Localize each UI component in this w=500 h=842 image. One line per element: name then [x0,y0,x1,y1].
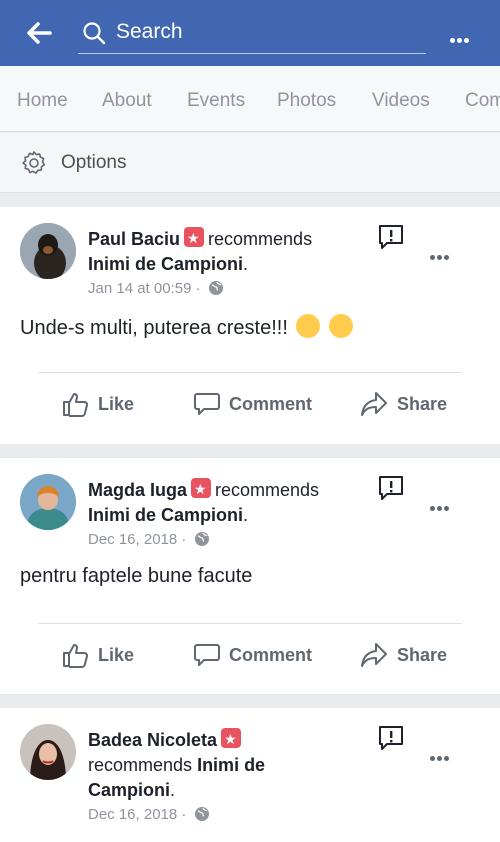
report-icon[interactable] [377,474,405,502]
post-more-icon[interactable] [430,498,451,516]
search-icon [82,21,106,45]
globe-icon [208,281,223,295]
page-name-continued[interactable]: Campioni [88,780,170,800]
page-name[interactable]: Inimi de Campioni [88,254,243,274]
recommend-verb: recommends [88,755,193,775]
author-name[interactable]: Badea Nicoleta [88,730,217,750]
recommend-badge-icon [191,477,212,502]
recommend-badge-icon [221,727,242,752]
recommend-verb: recommends [215,480,320,500]
divider [38,372,462,373]
post-text: pentru faptele bune facute [20,565,253,587]
post-date[interactable]: Jan 14 at 00:59 · [88,280,201,297]
hugging-face-emoji [296,314,321,338]
tab-events[interactable]: Events [187,90,245,112]
page-name[interactable]: Inimi de Campioni [88,505,243,525]
gear-icon [20,149,48,177]
comment-icon [194,393,220,415]
post-meta: Dec 16, 2018 · [88,531,209,548]
tab-videos[interactable]: Videos [372,90,430,112]
top-bar: Search [0,0,500,66]
heart-eyes-emoji [329,314,354,338]
more-icon[interactable] [450,30,471,48]
search-input[interactable]: Search [78,12,426,54]
post-more-icon[interactable] [430,247,451,265]
globe-icon [194,532,209,546]
options-bar[interactable]: Options [0,133,500,193]
post-date[interactable]: Dec 16, 2018 · [88,806,186,823]
like-icon [63,644,88,668]
author-name[interactable]: Magda Iuga [88,480,187,500]
post-header: Magda Iugarecommends Inimi de Campioni. [88,477,368,528]
tab-about[interactable]: About [102,90,152,112]
tab-photos[interactable]: Photos [277,90,336,112]
recommend-badge-icon [184,226,205,251]
avatar[interactable] [20,223,76,279]
share-icon [361,643,387,667]
post-text: Unde-s multi, puterea creste!!! [20,314,354,340]
post-more-icon[interactable] [430,748,451,766]
back-arrow-icon[interactable] [24,18,54,48]
post-date[interactable]: Dec 16, 2018 · [88,531,186,548]
post-meta: Jan 14 at 00:59 · [88,280,223,297]
options-label: Options [61,152,127,173]
report-icon[interactable] [377,724,405,752]
author-name[interactable]: Paul Baciu [88,229,180,249]
share-icon [361,392,387,416]
post-meta: Dec 16, 2018 · [88,806,209,823]
post-card: Magda Iugarecommends Inimi de Campioni. … [0,458,500,694]
like-icon [63,393,88,417]
search-placeholder: Search [116,20,183,43]
divider [38,623,462,624]
post-card: Paul Baciurecommends Inimi de Campioni. … [0,207,500,444]
page-tabs: Home About Events Photos Videos Com [0,66,500,132]
recommend-verb: recommends [208,229,313,249]
post-header: Paul Baciurecommends Inimi de Campioni. [88,226,368,277]
avatar[interactable] [20,474,76,530]
tab-home[interactable]: Home [17,90,68,112]
globe-icon [194,807,209,821]
post-header: Badea Nicoleta recommends Inimi de Campi… [88,727,368,803]
avatar[interactable] [20,724,76,780]
page-name[interactable]: Inimi de [197,755,265,775]
report-icon[interactable] [377,223,405,251]
post-card: Badea Nicoleta recommends Inimi de Campi… [0,708,500,842]
comment-icon [194,644,220,666]
tab-community[interactable]: Com [465,90,500,112]
